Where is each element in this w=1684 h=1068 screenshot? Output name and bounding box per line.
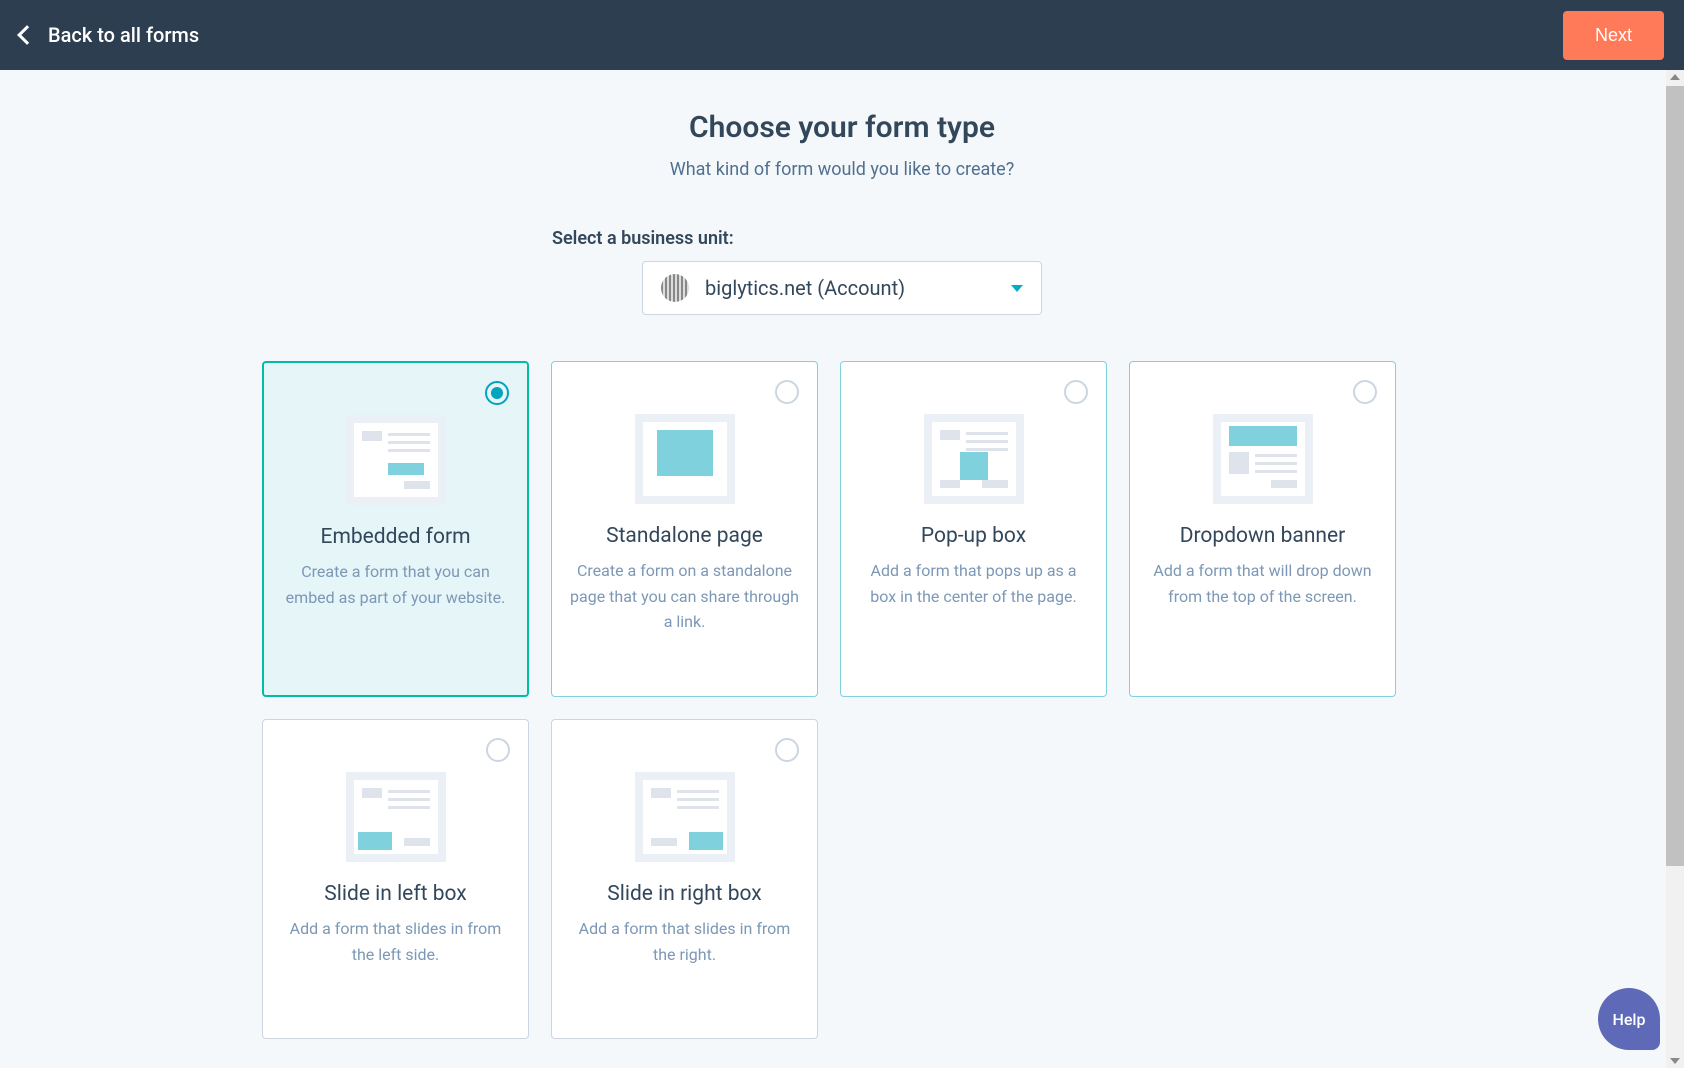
- business-unit-section: Select a business unit: biglytics.net (A…: [432, 228, 1252, 315]
- card-popup-box[interactable]: Pop-up box Add a form that pops up as a …: [840, 361, 1107, 697]
- thumbnail-embedded-icon: [346, 415, 446, 505]
- radio-indicator: [1064, 380, 1088, 404]
- card-description: Add a form that slides in from the left …: [281, 916, 510, 967]
- business-unit-selected: biglytics.net (Account): [705, 276, 1011, 300]
- radio-indicator: [775, 738, 799, 762]
- business-unit-label: Select a business unit:: [552, 228, 1252, 249]
- next-button[interactable]: Next: [1563, 11, 1664, 60]
- card-title: Dropdown banner: [1148, 524, 1377, 548]
- help-label: Help: [1613, 1010, 1646, 1029]
- help-button[interactable]: Help: [1598, 988, 1660, 1050]
- thumbnail-popup-icon: [924, 414, 1024, 504]
- thumbnail-slide-left-icon: [346, 772, 446, 862]
- radio-indicator: [775, 380, 799, 404]
- card-description: Create a form that you can embed as part…: [282, 559, 509, 610]
- card-dropdown-banner[interactable]: Dropdown banner Add a form that will dro…: [1129, 361, 1396, 697]
- caret-down-icon: [1011, 285, 1023, 292]
- card-title: Slide in left box: [281, 882, 510, 906]
- scroll-up-icon: [1670, 74, 1680, 80]
- card-title: Standalone page: [570, 524, 799, 548]
- card-description: Add a form that will drop down from the …: [1148, 558, 1377, 609]
- scrollbar[interactable]: [1666, 70, 1684, 1068]
- card-description: Add a form that pops up as a box in the …: [859, 558, 1088, 609]
- card-description: Add a form that slides in from the right…: [570, 916, 799, 967]
- card-description: Create a form on a standalone page that …: [570, 558, 799, 635]
- scrollbar-thumb[interactable]: [1666, 86, 1684, 866]
- chevron-left-icon: [17, 25, 37, 45]
- back-to-forms-link[interactable]: Back to all forms: [20, 23, 199, 47]
- radio-indicator: [1353, 380, 1377, 404]
- card-standalone-page[interactable]: Standalone page Create a form on a stand…: [551, 361, 818, 697]
- card-embedded-form[interactable]: Embedded form Create a form that you can…: [262, 361, 529, 697]
- business-unit-select[interactable]: biglytics.net (Account): [642, 261, 1042, 315]
- main-content: Choose your form type What kind of form …: [0, 70, 1684, 1068]
- card-slide-left[interactable]: Slide in left box Add a form that slides…: [262, 719, 529, 1039]
- thumbnail-dropdown-icon: [1213, 414, 1313, 504]
- radio-indicator: [485, 381, 509, 405]
- header-bar: Back to all forms Next: [0, 0, 1684, 70]
- page-title: Choose your form type: [0, 110, 1684, 145]
- radio-indicator: [486, 738, 510, 762]
- card-title: Embedded form: [282, 525, 509, 549]
- card-slide-right[interactable]: Slide in right box Add a form that slide…: [551, 719, 818, 1039]
- back-label: Back to all forms: [48, 23, 199, 47]
- card-title: Slide in right box: [570, 882, 799, 906]
- card-title: Pop-up box: [859, 524, 1088, 548]
- account-avatar-icon: [661, 274, 689, 302]
- thumbnail-slide-right-icon: [635, 772, 735, 862]
- scroll-down-icon: [1670, 1058, 1680, 1064]
- page-subtitle: What kind of form would you like to crea…: [0, 159, 1684, 180]
- form-type-cards: Embedded form Create a form that you can…: [262, 361, 1422, 1039]
- thumbnail-standalone-icon: [635, 414, 735, 504]
